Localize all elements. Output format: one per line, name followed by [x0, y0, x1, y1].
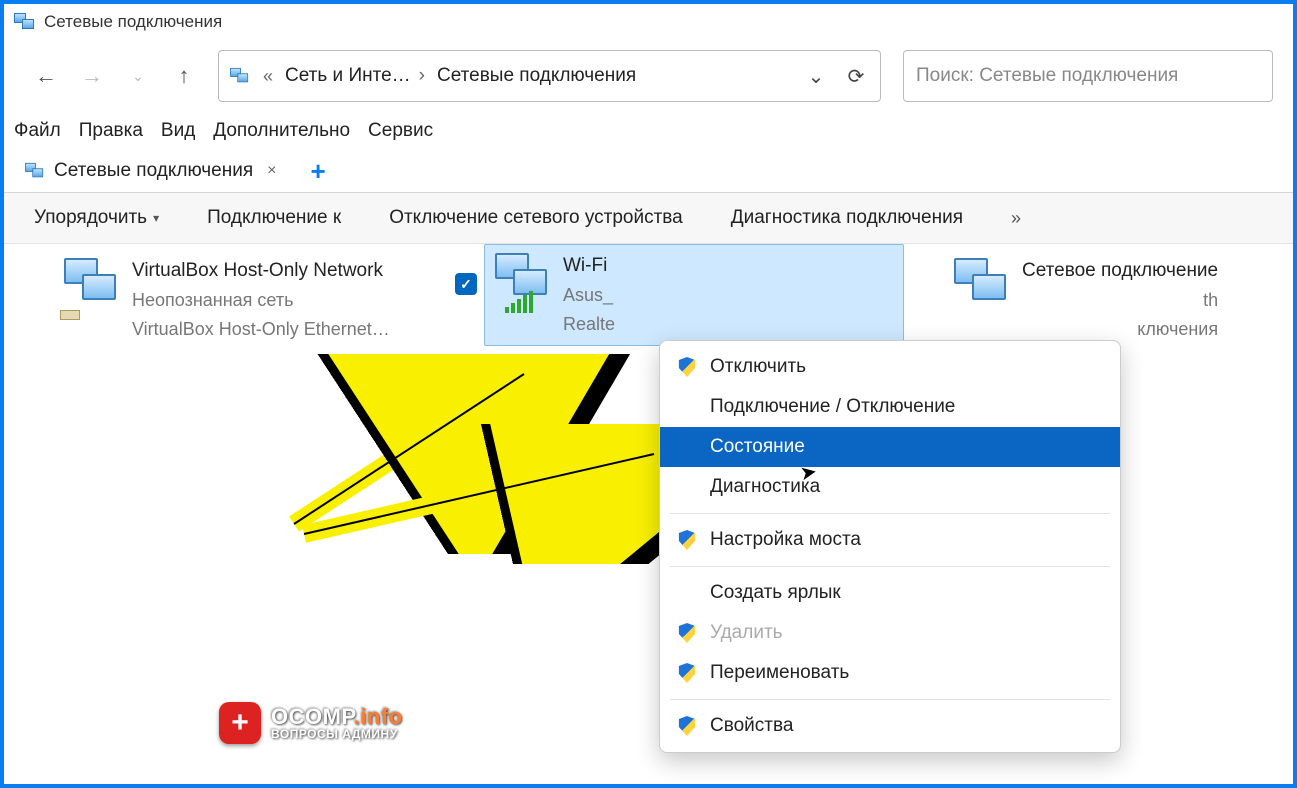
menu-file[interactable]: Файл — [14, 120, 61, 142]
toolbar-disable-device[interactable]: Отключение сетевого устройства — [389, 207, 683, 229]
icon-placeholder — [678, 437, 696, 457]
tab-icon — [25, 163, 45, 179]
breadcrumb-item-network[interactable]: Сеть и Инте… › — [285, 65, 425, 87]
breadcrumb-root-sep[interactable]: « — [263, 66, 273, 87]
connection-adapter: Realte — [563, 310, 615, 339]
selection-checkbox[interactable]: ✓ — [455, 273, 477, 295]
toolbar-organize[interactable]: Упорядочить ▾ — [34, 207, 159, 229]
ctx-rename[interactable]: Переименовать — [660, 653, 1120, 693]
watermark-brand-suffix: .info — [354, 704, 403, 729]
connection-name: Wi-Fi — [563, 251, 615, 281]
network-adapter-icon — [60, 256, 120, 316]
menu-service[interactable]: Сервис — [368, 120, 433, 142]
chevron-right-icon: › — [419, 65, 425, 87]
breadcrumb-label: Сеть и Инте… — [285, 65, 411, 87]
network-adapter-wifi-icon — [491, 251, 551, 311]
toolbar-connect-to[interactable]: Подключение к — [207, 207, 341, 229]
connection-status: Неопознанная сеть — [132, 286, 390, 315]
ctx-label: Удалить — [710, 622, 783, 644]
ctx-label: Отключить — [710, 356, 806, 378]
shield-icon — [678, 716, 696, 736]
connection-adapter: VirtualBox Host-Only Ethernet… — [132, 315, 390, 344]
network-connections-icon — [14, 13, 36, 31]
menu-separator — [670, 566, 1110, 567]
watermark-brand: OCOMP.info — [271, 706, 403, 728]
navigation-row: ← → ⌄ ↑ « Сеть и Инте… › Сетевые подключ… — [4, 40, 1293, 112]
chevron-down-icon: ▾ — [153, 211, 159, 225]
ctx-diagnostics[interactable]: Диагностика — [660, 467, 1120, 507]
icon-placeholder — [678, 477, 696, 497]
nav-recent-dropdown[interactable]: ⌄ — [126, 68, 150, 85]
ctx-label: Переименовать — [710, 662, 849, 684]
refresh-button[interactable]: ⟳ — [842, 64, 870, 89]
nav-forward-button[interactable]: → — [80, 63, 104, 89]
context-menu: Отключить Подключение / Отключение Состо… — [659, 340, 1121, 753]
toolbar-diagnostics[interactable]: Диагностика подключения — [731, 207, 963, 229]
breadcrumb-item-connections[interactable]: Сетевые подключения — [437, 65, 636, 87]
nav-back-button[interactable]: ← — [34, 63, 58, 89]
tab-add-button[interactable]: + — [300, 156, 335, 187]
menu-separator — [670, 699, 1110, 700]
toolbar-label: Упорядочить — [34, 207, 147, 229]
menu-extra[interactable]: Дополнительно — [213, 120, 350, 142]
connection-name: VirtualBox Host-Only Network — [132, 256, 390, 286]
window-frame: Сетевые подключения ← → ⌄ ↑ « Сеть и Инт… — [0, 0, 1297, 788]
connection-status: Asus_ — [563, 281, 615, 310]
address-icon — [230, 68, 250, 84]
breadcrumb-label: Сетевые подключения — [437, 65, 636, 87]
search-input[interactable]: Поиск: Сетевые подключения — [903, 50, 1273, 102]
menu-separator — [670, 513, 1110, 514]
search-placeholder: Поиск: Сетевые подключения — [916, 65, 1178, 87]
toolbar-overflow[interactable]: » — [1011, 208, 1021, 229]
ctx-label: Состояние — [710, 436, 805, 458]
ctx-label: Настройка моста — [710, 529, 861, 551]
menu-edit[interactable]: Правка — [79, 120, 143, 142]
command-toolbar: Упорядочить ▾ Подключение к Отключение с… — [4, 193, 1293, 244]
menu-bar: Файл Правка Вид Дополнительно Сервис — [4, 112, 1293, 150]
connection-status: th — [1022, 286, 1218, 315]
connection-item-virtualbox[interactable]: VirtualBox Host-Only Network Неопознанна… — [54, 250, 454, 350]
icon-placeholder — [678, 583, 696, 603]
network-adapter-icon — [950, 256, 1010, 316]
address-bar[interactable]: « Сеть и Инте… › Сетевые подключения ⌄ ⟳ — [218, 50, 881, 102]
ctx-label: Создать ярлык — [710, 582, 841, 604]
tab-network-connections[interactable]: Сетевые подключения × — [14, 154, 292, 188]
connection-item-wifi[interactable]: ✓ Wi-Fi Asus_ Realte — [484, 244, 904, 346]
ctx-label: Подключение / Отключение — [710, 396, 955, 418]
ctx-status[interactable]: Состояние — [660, 427, 1120, 467]
ctx-label: Свойства — [710, 715, 793, 737]
menu-view[interactable]: Вид — [161, 120, 195, 142]
ctx-properties[interactable]: Свойства — [660, 706, 1120, 746]
ctx-disable[interactable]: Отключить — [660, 347, 1120, 387]
title-bar: Сетевые подключения — [4, 4, 1293, 40]
nav-up-button[interactable]: ↑ — [172, 63, 196, 89]
icon-placeholder — [678, 397, 696, 417]
ctx-delete: Удалить — [660, 613, 1120, 653]
tabs-row: Сетевые подключения × + — [4, 150, 1293, 193]
ctx-create-shortcut[interactable]: Создать ярлык — [660, 573, 1120, 613]
shield-icon — [678, 663, 696, 683]
connection-name: Сетевое подключение — [1022, 256, 1218, 286]
watermark: + OCOMP.info ВОПРОСЫ АДМИНУ — [219, 702, 403, 744]
address-dropdown-button[interactable]: ⌄ — [802, 64, 830, 89]
window-title: Сетевые подключения — [44, 12, 222, 32]
tab-close-button[interactable]: × — [261, 162, 282, 180]
watermark-badge: + — [219, 702, 261, 744]
ctx-connect-disconnect[interactable]: Подключение / Отключение — [660, 387, 1120, 427]
watermark-brand-main: OCOMP — [271, 704, 354, 729]
shield-icon — [678, 357, 696, 377]
connection-item-bluetooth[interactable]: Сетевое подключение th ключения — [944, 250, 1274, 350]
ctx-bridge[interactable]: Настройка моста — [660, 520, 1120, 560]
tab-label: Сетевые подключения — [54, 160, 253, 182]
shield-icon — [678, 623, 696, 643]
watermark-subtitle: ВОПРОСЫ АДМИНУ — [271, 728, 403, 740]
shield-icon — [678, 530, 696, 550]
